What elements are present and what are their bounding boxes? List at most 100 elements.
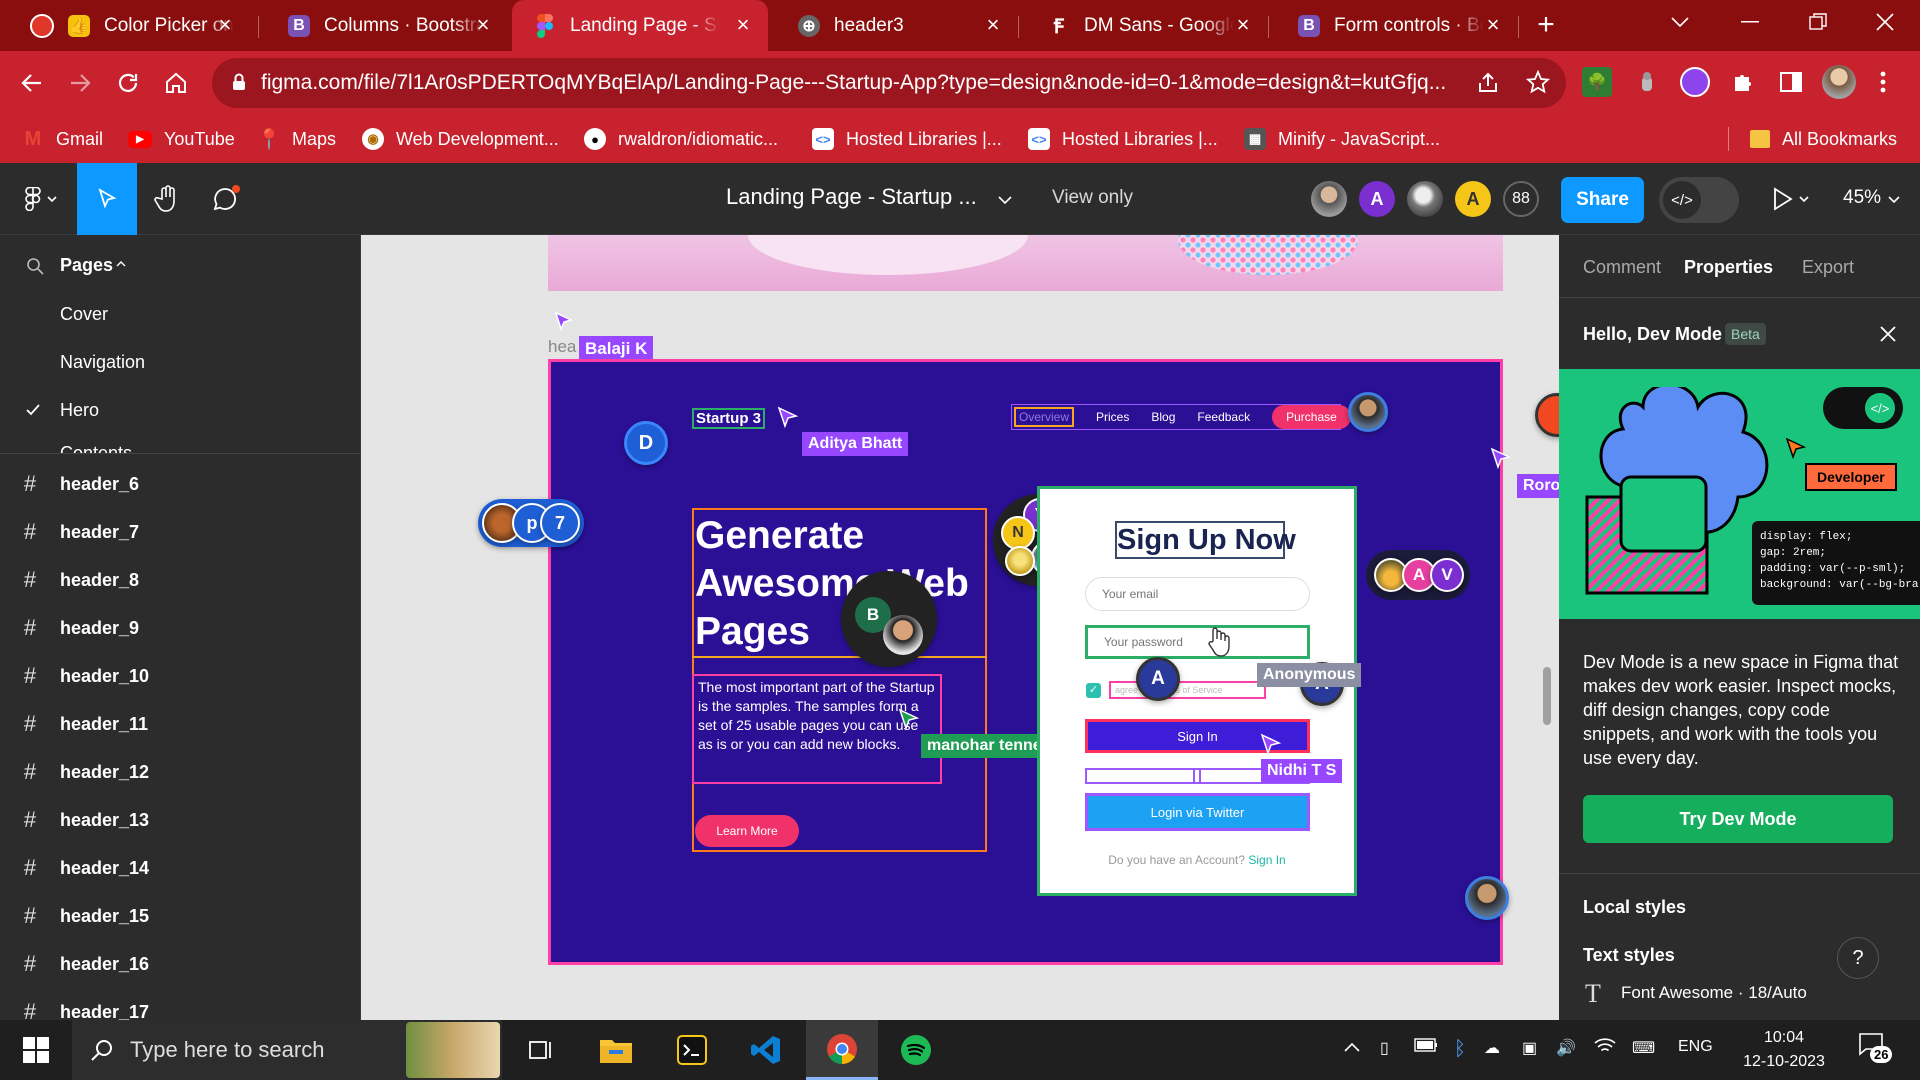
agree-label[interactable]: agree the Terms of Service bbox=[1109, 681, 1266, 699]
email-field[interactable] bbox=[1085, 577, 1310, 611]
taskbar-search-box[interactable]: Type here to search bbox=[72, 1020, 502, 1080]
all-bookmarks[interactable]: All Bookmarks bbox=[1750, 123, 1897, 155]
vscode-icon[interactable] bbox=[730, 1020, 802, 1080]
minimize-button[interactable] bbox=[1720, 0, 1780, 44]
terminal-icon[interactable] bbox=[656, 1020, 728, 1080]
file-menu-chevron-icon[interactable] bbox=[998, 196, 1012, 204]
avatar-photo-nav[interactable] bbox=[1348, 392, 1388, 432]
zoom-level[interactable]: 45% bbox=[1843, 187, 1881, 209]
try-dev-mode-button[interactable]: Try Dev Mode bbox=[1583, 795, 1893, 843]
dev-mode-toggle[interactable]: </> bbox=[1659, 177, 1739, 223]
url-text[interactable]: figma.com/file/7l1Ar0sPDERTOqMYBqElAp/La… bbox=[261, 71, 1501, 95]
zoom-chevron-icon[interactable] bbox=[1888, 196, 1900, 204]
tab-bootstrap-columns[interactable]: B Columns · Bootstra × bbox=[258, 0, 508, 51]
learn-more-button[interactable]: Learn More bbox=[695, 815, 799, 847]
nav-overview[interactable]: Overview bbox=[1014, 407, 1075, 427]
avatar-b-with-photo[interactable]: B bbox=[841, 571, 937, 667]
signup-title[interactable]: Sign Up Now bbox=[1115, 521, 1296, 559]
page-cover[interactable]: Cover bbox=[60, 304, 108, 325]
bookmark-maps[interactable]: 📍 Maps bbox=[257, 123, 336, 155]
bluetooth-icon[interactable]: ᛒ bbox=[1454, 1038, 1466, 1061]
avatar-partial-orange[interactable] bbox=[1535, 393, 1559, 437]
close-tab-icon[interactable]: × bbox=[472, 14, 494, 36]
reload-button[interactable] bbox=[108, 63, 148, 103]
layer-item[interactable]: # header_13 bbox=[0, 796, 360, 844]
tab-header3[interactable]: ⊕ header3 × bbox=[768, 0, 1018, 51]
spotify-icon[interactable] bbox=[880, 1020, 952, 1080]
twitter-login-button[interactable]: Login via Twitter bbox=[1085, 793, 1310, 831]
forward-button[interactable] bbox=[60, 63, 100, 103]
close-tab-icon[interactable]: × bbox=[982, 14, 1004, 36]
chrome-menu-icon[interactable] bbox=[1868, 67, 1898, 97]
collaborator-avatar-a-purple[interactable]: A bbox=[1359, 181, 1395, 217]
tab-color-picker[interactable]: 👍 Color Picker on × bbox=[40, 0, 250, 51]
extension-gray-icon[interactable] bbox=[1632, 67, 1662, 97]
extensions-puzzle-icon[interactable] bbox=[1728, 67, 1758, 97]
bookmark-hosted-libraries-2[interactable]: <> Hosted Libraries |... bbox=[1028, 123, 1218, 155]
keyboard-icon[interactable]: ⌨ bbox=[1632, 1038, 1655, 1058]
clock[interactable]: 10:04 12-10-2023 bbox=[1740, 1026, 1828, 1074]
password-field[interactable] bbox=[1085, 625, 1310, 659]
help-button[interactable]: ? bbox=[1837, 937, 1879, 979]
close-icon[interactable] bbox=[1879, 325, 1897, 343]
photo-icon[interactable]: ▣ bbox=[1522, 1038, 1537, 1058]
tab-form-controls[interactable]: B Form controls · Bo × bbox=[1268, 0, 1518, 51]
agree-checkbox[interactable]: ✓ bbox=[1086, 683, 1101, 698]
tab-dm-sans[interactable]: Ꞙ DM Sans - Google × bbox=[1018, 0, 1268, 51]
avatar-a-card-1[interactable]: A bbox=[1136, 657, 1180, 701]
design-canvas[interactable]: hea Balaji K Startup 3 Aditya Bhatt Over… bbox=[361, 235, 1559, 1020]
page-hero[interactable]: Hero bbox=[60, 400, 99, 421]
close-tab-icon[interactable]: × bbox=[1482, 14, 1504, 36]
chrome-taskbar-icon[interactable] bbox=[806, 1020, 878, 1080]
tab-export[interactable]: Export bbox=[1802, 257, 1854, 278]
main-menu-button[interactable] bbox=[6, 163, 76, 235]
language-indicator[interactable]: ENG bbox=[1678, 1038, 1713, 1056]
bookmark-youtube[interactable]: ▶ YouTube bbox=[128, 123, 235, 155]
side-panel-icon[interactable] bbox=[1776, 67, 1806, 97]
close-tab-icon[interactable]: × bbox=[732, 14, 754, 36]
canvas-vertical-scrollbar[interactable] bbox=[1543, 667, 1551, 725]
move-tool[interactable] bbox=[77, 163, 137, 235]
wifi-icon[interactable] bbox=[1594, 1038, 1616, 1054]
share-page-icon[interactable] bbox=[1476, 71, 1500, 95]
brand-logo-text[interactable]: Startup 3 bbox=[692, 408, 766, 429]
tray-overflow-chevron-icon[interactable] bbox=[1344, 1042, 1360, 1052]
share-button[interactable]: Share bbox=[1561, 177, 1644, 223]
hand-tool[interactable] bbox=[137, 163, 197, 235]
collaborator-avatar-photo-1[interactable] bbox=[1311, 181, 1347, 217]
comment-tool[interactable] bbox=[197, 163, 257, 235]
avatar-photo-bottom[interactable] bbox=[1465, 876, 1509, 920]
layer-item[interactable]: # header_10 bbox=[0, 652, 360, 700]
home-button[interactable] bbox=[156, 63, 196, 103]
layer-item[interactable]: # header_16 bbox=[0, 940, 360, 988]
layer-item[interactable]: # header_17 bbox=[0, 988, 360, 1020]
pages-header[interactable]: Pages bbox=[60, 255, 113, 276]
new-tab-button[interactable]: + bbox=[1530, 10, 1562, 42]
collaborator-count-badge[interactable]: 88 bbox=[1503, 181, 1539, 217]
bookmark-star-icon[interactable] bbox=[1526, 70, 1550, 94]
collapse-chevron-icon[interactable] bbox=[116, 261, 126, 267]
close-tab-icon[interactable]: × bbox=[214, 14, 236, 36]
notification-center[interactable]: 26 bbox=[1858, 1032, 1898, 1070]
extension-purple-icon[interactable] bbox=[1680, 67, 1710, 97]
restore-button[interactable] bbox=[1788, 0, 1848, 44]
layer-item[interactable]: # header_7 bbox=[0, 508, 360, 556]
tab-properties[interactable]: Properties bbox=[1684, 257, 1773, 278]
volume-icon[interactable]: 🔊 bbox=[1556, 1038, 1576, 1058]
present-play-icon[interactable] bbox=[1772, 187, 1812, 211]
layer-item[interactable]: # header_9 bbox=[0, 604, 360, 652]
bookmark-hosted-libraries-1[interactable]: <> Hosted Libraries |... bbox=[812, 123, 1002, 155]
back-button[interactable] bbox=[12, 63, 52, 103]
layer-item[interactable]: # header_12 bbox=[0, 748, 360, 796]
phone-link-icon[interactable]: ▯ bbox=[1380, 1038, 1389, 1058]
file-explorer-icon[interactable] bbox=[580, 1020, 652, 1080]
bookmark-gmail[interactable]: M Gmail bbox=[22, 123, 103, 155]
page-navigation[interactable]: Navigation bbox=[60, 352, 145, 373]
nav-blog[interactable]: Blog bbox=[1151, 410, 1175, 424]
nav-prices[interactable]: Prices bbox=[1096, 410, 1129, 424]
frame-name-label[interactable]: hea bbox=[548, 337, 576, 357]
layer-item[interactable]: # header_11 bbox=[0, 700, 360, 748]
layer-item[interactable]: # header_6 bbox=[0, 460, 360, 508]
nav-feedback[interactable]: Feedback bbox=[1197, 410, 1250, 424]
avatar-cluster-av[interactable]: A V bbox=[1366, 550, 1470, 600]
